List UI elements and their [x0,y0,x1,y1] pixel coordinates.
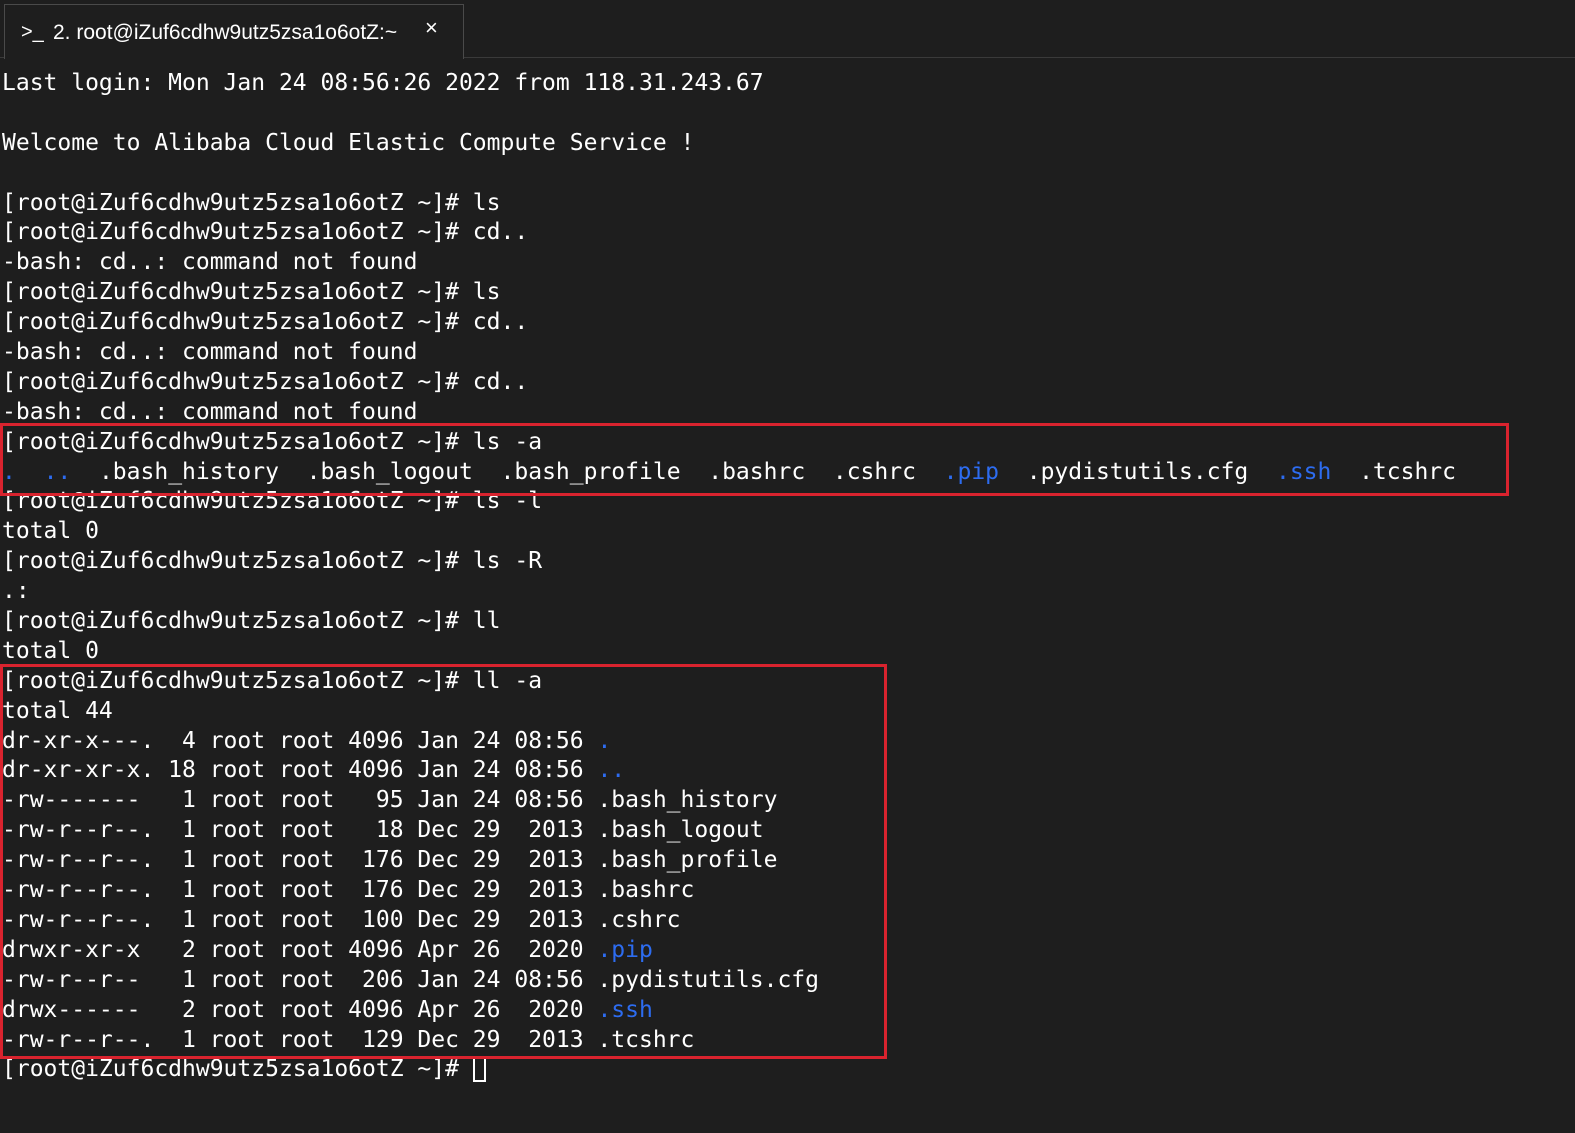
terminal-line: total 0 [2,637,1572,667]
terminal-line: [root@iZuf6cdhw9utz5zsa1o6otZ ~]# cd.. [2,218,1572,248]
terminal-text: total 0 [2,637,99,664]
terminal-text: drwx------ 2 root root 4096 Apr 26 2020 [2,996,598,1023]
terminal-line: -rw-r--r--. 1 root root 100 Dec 29 2013 … [2,906,1572,936]
terminal-output[interactable]: Last login: Mon Jan 24 08:56:26 2022 fro… [2,69,1572,1129]
terminal-line: . .. .bash_history .bash_logout .bash_pr… [2,458,1572,488]
terminal-text: Last login: Mon Jan 24 08:56:26 2022 fro… [2,70,764,96]
terminal-text: [root@iZuf6cdhw9utz5zsa1o6otZ ~]# [2,1056,473,1083]
terminal-text: [root@iZuf6cdhw9utz5zsa1o6otZ ~]# cd.. [2,219,529,246]
terminal-line: -bash: cd..: command not found [2,398,1572,428]
terminal-line: .: [2,577,1572,607]
terminal-line: -rw------- 1 root root 95 Jan 24 08:56 .… [2,786,1572,816]
terminal-line: [root@iZuf6cdhw9utz5zsa1o6otZ ~]# ll -a [2,667,1572,697]
terminal-text: .bash_history .bash_logout .bash_profile… [71,458,944,485]
terminal-line: Welcome to Alibaba Cloud Elastic Compute… [2,129,1572,159]
terminal-text: .: [2,578,30,605]
text-cursor[interactable] [472,1056,486,1083]
terminal-line: [root@iZuf6cdhw9utz5zsa1o6otZ ~]# ls -R [2,547,1572,577]
terminal-line: -rw-r--r--. 1 root root 18 Dec 29 2013 .… [2,816,1572,846]
terminal-text: [root@iZuf6cdhw9utz5zsa1o6otZ ~]# cd.. [2,309,529,336]
directory-entry: . [597,727,612,754]
terminal-line: dr-xr-xr-x. 18 root root 4096 Jan 24 08:… [2,756,1572,786]
terminal-text: dr-xr-x---. 4 root root 4096 Jan 24 08:5… [2,727,598,754]
terminal-line: [root@iZuf6cdhw9utz5zsa1o6otZ ~]# ls [2,189,1572,219]
terminal-text: [root@iZuf6cdhw9utz5zsa1o6otZ ~]# ls -R [2,548,543,575]
terminal-line: [root@iZuf6cdhw9utz5zsa1o6otZ ~]# ls -a [2,428,1572,458]
terminal-line: [root@iZuf6cdhw9utz5zsa1o6otZ ~]# ls [2,278,1572,308]
terminal-text: [root@iZuf6cdhw9utz5zsa1o6otZ ~]# ls [2,189,501,216]
terminal-text: [root@iZuf6cdhw9utz5zsa1o6otZ ~]# ls -a [2,428,543,455]
terminal-line: Last login: Mon Jan 24 08:56:26 2022 fro… [2,69,1572,99]
terminal-text: total 0 [2,518,99,545]
close-icon[interactable]: × [425,15,438,41]
terminal-text: -rw------- 1 root root 95 Jan 24 08:56 .… [2,787,778,814]
terminal-text: -rw-r--r--. 1 root root 100 Dec 29 2013 … [2,906,681,933]
terminal-text: -bash: cd..: command not found [2,249,418,276]
terminal-text: total 44 [2,697,113,724]
terminal-text: Welcome to Alibaba Cloud Elastic Compute… [2,129,695,156]
terminal-line: total 0 [2,517,1572,547]
terminal-text: .tcshrc [1331,458,1456,485]
terminal-line: -rw-r--r--. 1 root root 129 Dec 29 2013 … [2,1026,1572,1056]
terminal-text: -rw-r--r--. 1 root root 18 Dec 29 2013 .… [2,817,764,844]
terminal-line: -rw-r--r-- 1 root root 206 Jan 24 08:56 … [2,966,1572,996]
directory-entry: .. [43,458,72,485]
directory-entry: .ssh [597,996,653,1023]
terminal-line: drwxr-xr-x 2 root root 4096 Apr 26 2020 … [2,936,1572,966]
terminal-text: -bash: cd..: command not found [2,339,418,366]
terminal-line: -rw-r--r--. 1 root root 176 Dec 29 2013 … [2,846,1572,876]
terminal-line: [root@iZuf6cdhw9utz5zsa1o6otZ ~]# ls -l [2,487,1572,517]
terminal-text: drwxr-xr-x 2 root root 4096 Apr 26 2020 [2,936,598,963]
tab-title: 2. root@iZuf6cdhw9utz5zsa1o6otZ:~ [53,21,398,44]
terminal-text: -rw-r--r-- 1 root root 206 Jan 24 08:56 … [2,966,819,993]
terminal-text: [root@iZuf6cdhw9utz5zsa1o6otZ ~]# ll [2,608,501,635]
terminal-text: -rw-r--r--. 1 root root 176 Dec 29 2013 … [2,847,778,874]
terminal-text: [root@iZuf6cdhw9utz5zsa1o6otZ ~]# ls [2,279,501,306]
terminal-line: -bash: cd..: command not found [2,248,1572,278]
terminal-text: -bash: cd..: command not found [2,398,418,425]
terminal-text: [root@iZuf6cdhw9utz5zsa1o6otZ ~]# ls -l [2,488,543,515]
terminal-text: -rw-r--r--. 1 root root 176 Dec 29 2013 … [2,877,695,904]
terminal-text: [root@iZuf6cdhw9utz5zsa1o6otZ ~]# cd.. [2,368,529,395]
directory-entry: .pip [943,458,1000,485]
directory-entry: .. [597,757,626,784]
terminal-line: drwx------ 2 root root 4096 Apr 26 2020 … [2,996,1572,1026]
terminal-line: [root@iZuf6cdhw9utz5zsa1o6otZ ~]# [2,1055,1572,1085]
terminal-line: -rw-r--r--. 1 root root 176 Dec 29 2013 … [2,876,1572,906]
tab-bar: >_ 2. root@iZuf6cdhw9utz5zsa1o6otZ:~ × [0,0,1575,59]
terminal-line: [root@iZuf6cdhw9utz5zsa1o6otZ ~]# cd.. [2,368,1572,398]
terminal-prompt-icon: >_ [21,21,44,43]
terminal-line: -bash: cd..: command not found [2,338,1572,368]
terminal-text: -rw-r--r--. 1 root root 129 Dec 29 2013 … [2,1026,695,1053]
terminal-line: dr-xr-x---. 4 root root 4096 Jan 24 08:5… [2,727,1572,757]
terminal-line: [root@iZuf6cdhw9utz5zsa1o6otZ ~]# ll [2,607,1572,637]
terminal-line: total 44 [2,697,1572,727]
terminal-text: .pydistutils.cfg [999,458,1276,485]
terminal-text: dr-xr-xr-x. 18 root root 4096 Jan 24 08:… [2,757,598,784]
terminal-text: [root@iZuf6cdhw9utz5zsa1o6otZ ~]# ll -a [2,667,543,694]
terminal-line: [root@iZuf6cdhw9utz5zsa1o6otZ ~]# cd.. [2,308,1572,338]
directory-entry: . [2,458,16,485]
directory-entry: .ssh [1275,458,1332,485]
directory-entry: .pip [597,936,653,963]
tab-terminal-session[interactable]: >_ 2. root@iZuf6cdhw9utz5zsa1o6otZ:~ × [4,4,464,59]
